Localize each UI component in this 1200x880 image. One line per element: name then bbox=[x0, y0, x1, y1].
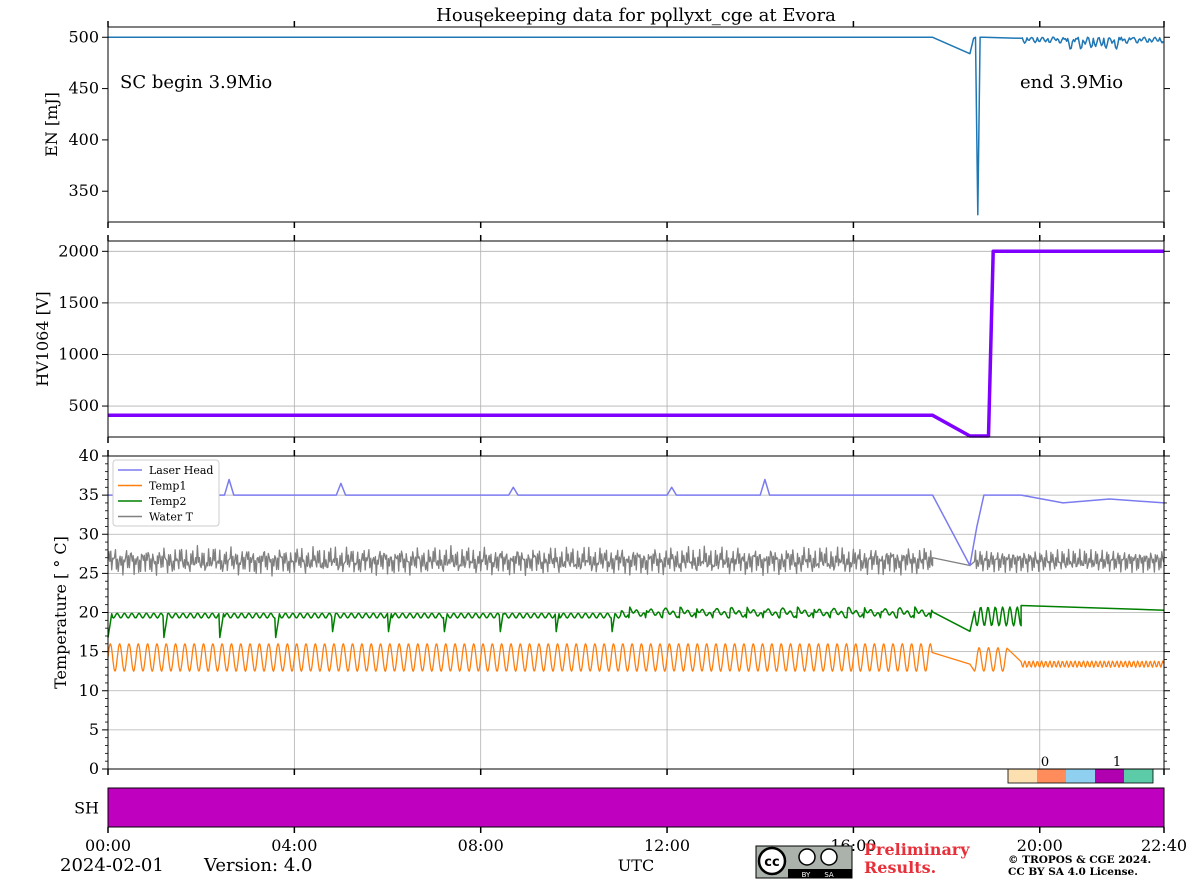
temp1-series-line bbox=[107, 643, 1165, 672]
copyright-line-1: © TROPOS & CGE 2024. bbox=[1008, 854, 1151, 866]
by-label: BY bbox=[802, 871, 811, 879]
colorbar-segment bbox=[1124, 769, 1153, 783]
license-badge: cc BY SA bbox=[755, 845, 853, 879]
preliminary-line-2: Results. bbox=[864, 858, 936, 877]
legend: Laser Head Temp1 Temp2 Water T bbox=[112, 459, 220, 527]
y-axis-label: Temperature [ ° C] bbox=[51, 536, 70, 689]
colorbar-tick-label: 0 bbox=[1041, 755, 1049, 770]
y-tick-label: 0 bbox=[89, 759, 99, 778]
water-t-series-line bbox=[107, 544, 1165, 577]
copyright-line-2: CC BY SA 4.0 License. bbox=[1008, 866, 1138, 878]
footer-version: Version: 4.0 bbox=[203, 855, 312, 876]
axes-frame bbox=[107, 26, 1165, 223]
y-tick-label: 1500 bbox=[58, 293, 99, 312]
y-tick-label: 5 bbox=[89, 720, 99, 739]
y-tick-label: 500 bbox=[68, 27, 99, 46]
x-tick-label: 08:00 bbox=[458, 836, 504, 855]
cc-icon-label: cc bbox=[764, 855, 779, 870]
y-tick-label: 10 bbox=[79, 681, 99, 700]
y-axis-label: HV1064 [V] bbox=[33, 291, 52, 386]
sh-bar bbox=[107, 787, 1165, 828]
x-axis-label: UTC bbox=[618, 856, 654, 875]
colorbar-segment bbox=[1008, 769, 1037, 783]
y-tick-label: 400 bbox=[68, 130, 99, 149]
energy-series-line bbox=[108, 36, 1164, 216]
y-tick-label: 15 bbox=[79, 642, 99, 661]
figure: Housekeeping data for pollyxt_cge at Evo… bbox=[33, 5, 1187, 879]
hv1064-series-line bbox=[108, 249, 1165, 438]
y-axis-label: SH bbox=[74, 799, 99, 818]
y-tick-label: 25 bbox=[79, 563, 99, 582]
y-axis-label: EN [mJ] bbox=[42, 92, 61, 157]
chart-title: Housekeeping data for pollyxt_cge at Evo… bbox=[436, 5, 836, 26]
footer: 2024-02-01 Version: 4.0 cc BY SA PreliminaryR… bbox=[60, 840, 1151, 879]
y-tick-label: 20 bbox=[79, 603, 99, 622]
axes-frame bbox=[107, 240, 1165, 438]
sa-icon bbox=[820, 848, 838, 866]
by-icon bbox=[798, 848, 816, 866]
sa-label: SA bbox=[824, 871, 834, 879]
y-tick-label: 450 bbox=[68, 79, 99, 98]
colorbar-segment bbox=[1066, 769, 1095, 783]
panel-3: 0510152025303540Temperature [ ° C]Laser … bbox=[51, 446, 1170, 778]
preliminary-line-1: Preliminary bbox=[864, 840, 970, 859]
y-tick-label: 40 bbox=[79, 446, 99, 465]
y-tick-label: 350 bbox=[68, 181, 99, 200]
panel-1: 350 400 450 500 EN [mJ] SC begin 3.9Mio end 3.… bbox=[42, 21, 1170, 228]
panel-2: 500 1000 1500 2000 HV1064 [V] bbox=[33, 235, 1170, 443]
y-tick-label: 500 bbox=[68, 396, 99, 415]
legend-label: Water T bbox=[149, 511, 194, 524]
footer-date: 2024-02-01 bbox=[60, 855, 164, 876]
colorbar-segment bbox=[1095, 769, 1124, 783]
legend-label: Temp1 bbox=[149, 480, 186, 493]
x-tick-label: 22:40 bbox=[1141, 836, 1187, 855]
y-tick-label: 30 bbox=[79, 524, 99, 543]
annotation-start: SC begin 3.9Mio bbox=[120, 72, 272, 93]
legend-label: Temp2 bbox=[149, 495, 186, 508]
x-tick-label: 12:00 bbox=[644, 836, 690, 855]
x-tick-label: 00:00 bbox=[85, 836, 131, 855]
y-tick-label: 35 bbox=[79, 485, 99, 504]
license-badge-strip bbox=[788, 869, 852, 878]
annotation-end: end 3.9Mio bbox=[1020, 72, 1123, 93]
laser-head-series-line bbox=[108, 478, 1165, 567]
x-tick-label: 20:00 bbox=[1017, 836, 1063, 855]
y-tick-label: 2000 bbox=[58, 241, 99, 260]
colorbar-segment bbox=[1037, 769, 1066, 783]
colorbar-tick-label: 1 bbox=[1113, 755, 1121, 770]
temp2-series-line bbox=[107, 604, 1165, 639]
x-tick-label: 04:00 bbox=[271, 836, 317, 855]
legend-label: Laser Head bbox=[149, 464, 213, 477]
y-tick-label: 1000 bbox=[58, 344, 99, 363]
